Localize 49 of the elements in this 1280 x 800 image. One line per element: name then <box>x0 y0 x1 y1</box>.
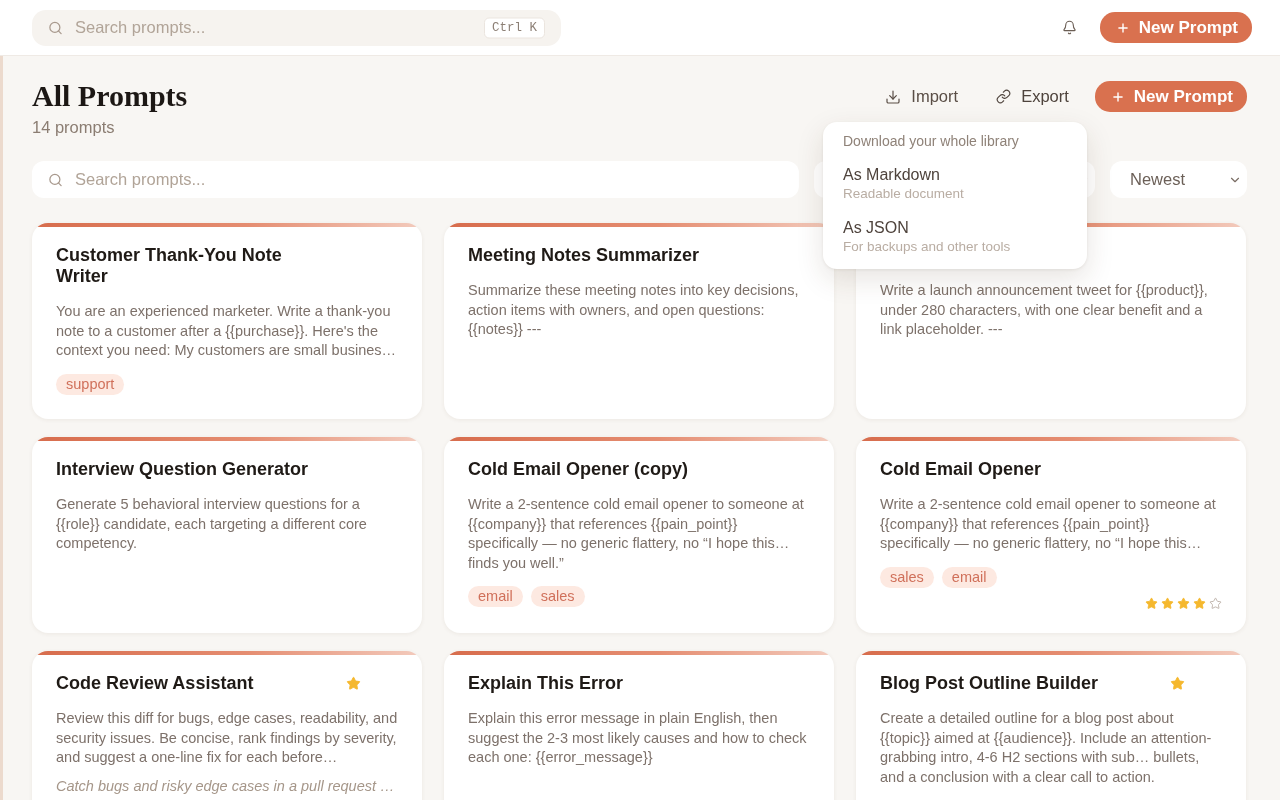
prompt-card[interactable]: Interview Question Generator Generate 5 behavioral interview questions for a {{role}} candidate, each targeting a different core competency. <box>32 437 422 633</box>
import-button[interactable]: Import <box>873 81 971 112</box>
prompt-card[interactable]: Cold Email Opener Write a 2-sentence cold email opener to someone at {{company}} that references {{pain_point}} specifically — no generic flattery, no “I hope this… sales email <box>856 437 1246 633</box>
export-button[interactable]: Export <box>984 81 1081 112</box>
filled-star-icon[interactable] <box>1161 596 1174 610</box>
card-title: Customer Thank-You Note Writer <box>56 245 283 287</box>
prompt-text: Write a 2-sentence cold email opener to someone at {{company}} that references {{pain_point}} specifically — no generic flattery, no “I hope this… <box>880 495 1217 553</box>
menu-item[interactable]: As Markdown Readable document <box>823 158 1087 209</box>
prompt-card[interactable]: Customer Thank-You Note Writer You are an experienced marketer. Write a thank-you note to a customer after a {{purchase}}. Here's the context you need: My customers are small busines… support <box>32 223 422 419</box>
star-rating[interactable] <box>1145 596 1222 610</box>
card-title: Interview Question Generator <box>56 459 310 480</box>
search-icon <box>48 20 63 35</box>
card-title: Cold Email Opener (copy) <box>468 459 690 480</box>
prompt-card[interactable]: Meeting Notes Summarizer Summarize these meeting notes into key decisions, action items with owners, and open questions: {{notes}} --- <box>444 223 834 419</box>
prompt-text: Write a 2-sentence cold email opener to someone at {{company}} that references {{pain_point}} specifically — no generic flattery, no “I hope this… finds you well.” <box>468 495 805 573</box>
search-icon <box>48 172 63 187</box>
download-icon <box>885 88 902 105</box>
prompt-text: Create a detailed outline for a blog post about {{topic}} aimed at {{audience}}. Include an attention-grabbing intro, 4-6 H2 sections with sub… bullets, and a conclusion with a clear call to action. <box>880 709 1213 787</box>
plus-icon <box>1115 20 1130 35</box>
plus-icon <box>1110 89 1125 104</box>
filled-star-icon[interactable] <box>1193 596 1206 610</box>
prompt-text: Generate 5 behavioral interview questions for a {{role}} candidate, each targeting a different core competency. <box>56 495 368 553</box>
search-field[interactable]: Search prompts... <box>32 161 799 198</box>
bell-icon[interactable] <box>1061 20 1077 35</box>
card-title: Blog Post Outline Builder <box>880 673 1099 694</box>
filled-star-icon[interactable] <box>1177 596 1190 610</box>
empty-star-icon[interactable] <box>1209 596 1222 610</box>
prompt-text: Summarize these meeting notes into key decisions, action items with owners, and open questions: {{notes}} --- <box>468 281 800 339</box>
star-icon[interactable] <box>346 676 361 691</box>
page-title: All Prompts <box>32 78 188 114</box>
prompt-card[interactable] <box>32 651 422 800</box>
keyboard-shortcut: Ctrl K <box>484 17 545 38</box>
prompt-text: Write a launch announcement tweet for {{product}}, under 280 characters, with one clear benefit and a link placeholder. --- <box>880 281 1209 339</box>
prompt-note: Catch bugs and risky edge cases in a pull request … <box>56 776 396 796</box>
card-title: Cold Email Opener <box>880 459 1043 480</box>
prompt-text: Explain this error message in plain English, then suggest the 2-3 most likely causes and how to check each one: {{error_message}} <box>468 709 808 767</box>
prompt-count: 14 prompts <box>32 117 116 137</box>
card-title: Explain This Error <box>468 673 625 694</box>
prompt-card[interactable] <box>856 651 1246 800</box>
card-title: Meeting Notes Summarizer <box>468 245 701 266</box>
sort-select[interactable]: Newest <box>1110 161 1247 198</box>
filled-star-icon[interactable] <box>1145 596 1158 610</box>
prompt-text: Review this diff for bugs, edge cases, readability, and security issues. Be concise, rank findings by severity, and suggest a one-line fix for each before… <box>56 709 398 767</box>
link-icon <box>996 89 1012 104</box>
star-icon[interactable] <box>1170 676 1185 691</box>
menu-heading: Download your whole library <box>842 132 1020 150</box>
prompt-text: You are an experienced marketer. Write a thank-you note to a customer after a {{purchase}}. Here's the context you need: My customers are small busines… <box>56 302 398 360</box>
card-title: Code Review Assistant <box>56 673 255 694</box>
prompt-card[interactable]: Explain This Error Explain this error message in plain English, then suggest the 2-3 most likely causes and how to check each one: {{error_message}} <box>444 651 834 800</box>
